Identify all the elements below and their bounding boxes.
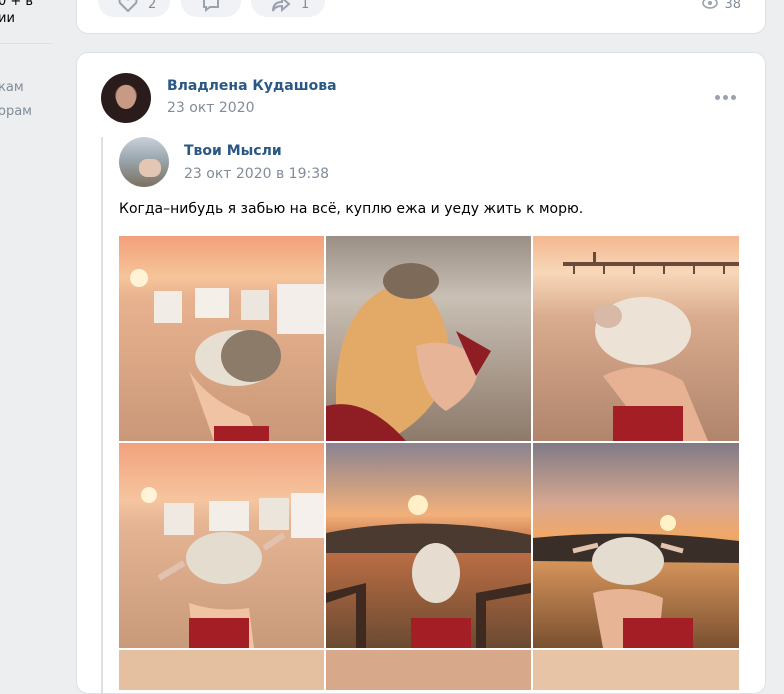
more-dots-icon[interactable] <box>715 95 737 101</box>
like-button[interactable]: 2 <box>98 0 170 17</box>
source-avatar[interactable] <box>119 137 169 187</box>
shares-count: 1 <box>301 0 310 12</box>
comment-button[interactable] <box>181 0 241 17</box>
photo-1[interactable] <box>119 236 324 441</box>
photo-6[interactable] <box>533 443 739 648</box>
comment-icon <box>203 0 219 12</box>
post-date[interactable]: 23 окт 2020 <box>167 100 255 116</box>
photo-2[interactable] <box>326 236 531 441</box>
repost-divider <box>101 137 103 693</box>
post-card: Владлена Кудашова 23 окт 2020 Твои Мысли… <box>76 52 766 694</box>
photo-5[interactable] <box>326 443 531 648</box>
author-avatar[interactable] <box>101 73 151 123</box>
left-sidebar: 0 + в ии кам орам <box>0 0 60 661</box>
photo-9[interactable] <box>533 650 739 690</box>
photo-4[interactable] <box>119 443 324 648</box>
post-text: Когда–нибудь я забью на всё, куплю ежа и… <box>119 201 584 217</box>
share-button[interactable]: 1 <box>251 0 325 17</box>
views-counter: 38 <box>702 0 741 12</box>
sidebar-text-line2: ии <box>0 11 15 26</box>
sidebar-link-2[interactable]: орам <box>0 104 32 119</box>
likes-count: 2 <box>148 0 157 12</box>
source-name[interactable]: Твои Мысли <box>184 143 282 159</box>
sidebar-text-line1: 0 + в <box>0 0 34 9</box>
photo-3[interactable] <box>533 236 739 441</box>
source-date[interactable]: 23 окт 2020 в 19:38 <box>184 166 329 182</box>
views-count: 38 <box>724 0 741 12</box>
sidebar-link-1[interactable]: кам <box>0 80 24 95</box>
sidebar-divider <box>0 43 52 44</box>
previous-post-card: 2 1 38 <box>76 0 766 34</box>
author-name[interactable]: Владлена Кудашова <box>167 78 337 94</box>
photo-7[interactable] <box>119 650 324 690</box>
photo-8[interactable] <box>326 650 531 690</box>
heart-icon <box>118 0 138 12</box>
eye-icon <box>702 0 719 9</box>
share-icon <box>272 0 291 12</box>
